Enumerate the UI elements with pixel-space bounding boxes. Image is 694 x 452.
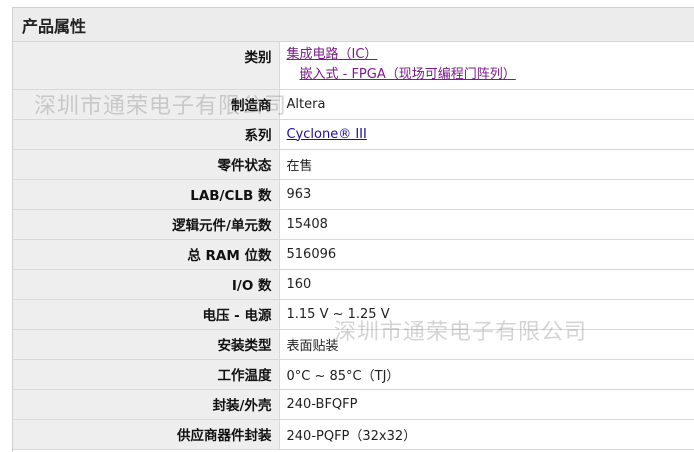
- package-value: 240-BFQFP: [279, 389, 694, 420]
- temperature-value: 0°C ~ 85°C（TJ）: [279, 359, 694, 390]
- ram-bits-label: 总 RAM 位数: [13, 239, 280, 270]
- row-series: 系列 Cyclone® III: [13, 119, 694, 150]
- row-category: 类别 集成电路（IC） 嵌入式 - FPGA（现场可编程门阵列）: [13, 42, 694, 90]
- part-status-label: 零件状态: [13, 149, 280, 180]
- logic-elements-value: 15408: [279, 209, 694, 240]
- row-package: 封装/外壳 240-BFQFP: [13, 389, 694, 420]
- category-value: 集成电路（IC） 嵌入式 - FPGA（现场可编程门阵列）: [279, 42, 694, 90]
- voltage-value: 1.15 V ~ 1.25 V: [279, 299, 694, 330]
- logic-elements-label: 逻辑元件/单元数: [13, 209, 280, 240]
- lab-clb-label: LAB/CLB 数: [13, 179, 280, 210]
- category-link-fpga[interactable]: 嵌入式 - FPGA（现场可编程门阵列）: [300, 67, 516, 82]
- row-ram-bits: 总 RAM 位数 516096: [13, 239, 694, 270]
- row-io-count: I/O 数 160: [13, 269, 694, 300]
- category-label: 类别: [13, 42, 280, 90]
- manufacturer-value: Altera: [279, 89, 694, 120]
- manufacturer-label: 制造商: [13, 89, 280, 120]
- attributes-table: 类别 集成电路（IC） 嵌入式 - FPGA（现场可编程门阵列） 制造商 Alt…: [13, 42, 694, 450]
- row-part-status: 零件状态 在售: [13, 149, 694, 180]
- ram-bits-value: 516096: [279, 239, 694, 270]
- series-label: 系列: [13, 119, 280, 150]
- row-mount-type: 安装类型 表面贴装: [13, 329, 694, 360]
- row-supplier-package: 供应商器件封装 240-PQFP（32x32）: [13, 419, 694, 450]
- row-logic-elements: 逻辑元件/单元数 15408: [13, 209, 694, 240]
- temperature-label: 工作温度: [13, 359, 280, 390]
- product-attributes-panel: 产品属性 类别 集成电路（IC） 嵌入式 - FPGA（现场可编程门阵列） 制造…: [12, 7, 694, 452]
- row-voltage: 电压 - 电源 1.15 V ~ 1.25 V: [13, 299, 694, 330]
- series-cell: Cyclone® III: [279, 119, 694, 150]
- row-temperature: 工作温度 0°C ~ 85°C（TJ）: [13, 359, 694, 390]
- row-manufacturer: 制造商 Altera: [13, 89, 694, 120]
- panel-title: 产品属性: [13, 8, 694, 42]
- io-count-value: 160: [279, 269, 694, 300]
- series-link[interactable]: Cyclone® III: [287, 127, 367, 142]
- category-link-ic[interactable]: 集成电路（IC）: [287, 47, 378, 62]
- mount-type-label: 安装类型: [13, 329, 280, 360]
- supplier-package-value: 240-PQFP（32x32）: [279, 419, 694, 450]
- io-count-label: I/O 数: [13, 269, 280, 300]
- mount-type-value: 表面贴装: [279, 329, 694, 360]
- package-label: 封装/外壳: [13, 389, 280, 420]
- supplier-package-label: 供应商器件封装: [13, 419, 280, 450]
- row-lab-clb: LAB/CLB 数 963: [13, 179, 694, 210]
- voltage-label: 电压 - 电源: [13, 299, 280, 330]
- lab-clb-value: 963: [279, 179, 694, 210]
- part-status-value: 在售: [279, 149, 694, 180]
